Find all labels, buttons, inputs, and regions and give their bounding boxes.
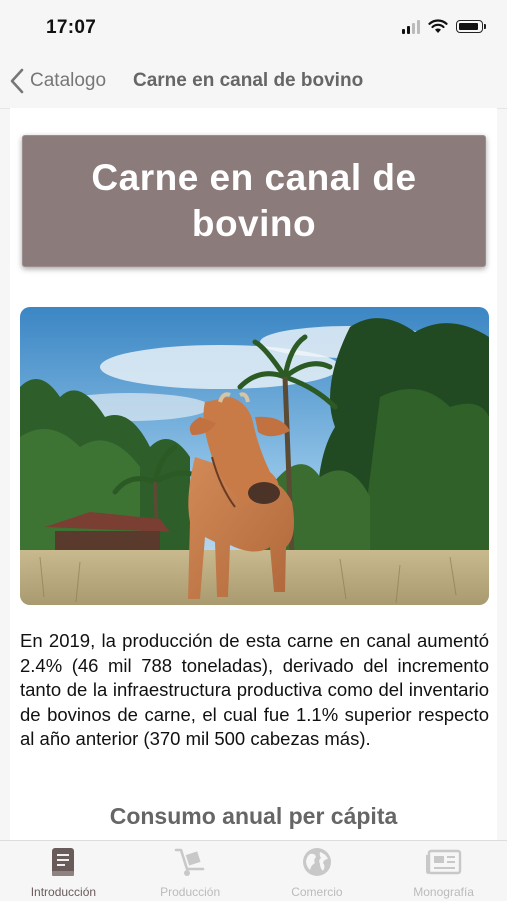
tab-label: Monografía — [413, 885, 474, 899]
status-icons — [402, 19, 486, 34]
status-time: 17:07 — [46, 17, 97, 38]
tab-label: Introducción — [30, 885, 97, 899]
hand-truck-icon — [174, 848, 205, 876]
wifi-icon — [428, 19, 448, 33]
battery-icon — [456, 20, 486, 33]
tab-comercio[interactable]: Comercio — [254, 841, 381, 901]
tab-label: Producción — [160, 885, 221, 899]
header-card: Carne en canal de bovino — [22, 135, 486, 267]
tab-produccion[interactable]: Producción — [127, 841, 254, 901]
tab-introduccion[interactable]: Introducción — [0, 841, 127, 901]
section-heading: Consumo anual per cápita — [109, 803, 398, 829]
content-scroll-area[interactable]: Carne en canal de bovino En 2019, la pro… — [10, 108, 497, 840]
newspaper-icon — [425, 849, 461, 875]
tab-monografia[interactable]: Monografía — [380, 841, 507, 901]
back-button[interactable]: Catalogo — [10, 68, 106, 94]
page-title: Carne en canal de bovino — [91, 157, 417, 244]
nav-title: Carne en canal de bovino — [133, 70, 364, 91]
cattle-photo — [20, 307, 489, 605]
intro-paragraph: En 2019, la producción de esta carne en … — [20, 630, 489, 749]
status-bar: 17:07 — [0, 0, 507, 56]
book-icon — [52, 848, 75, 876]
globe-icon — [302, 848, 331, 876]
back-label: Catalogo — [30, 70, 107, 91]
chevron-left-icon — [10, 68, 24, 94]
tab-bar: Introducción Producción Comercio Monogra… — [0, 840, 507, 901]
navigation-bar: Catalogo Carne en canal de bovino — [0, 56, 507, 109]
tab-label: Comercio — [291, 885, 343, 899]
signal-icon — [402, 19, 420, 34]
